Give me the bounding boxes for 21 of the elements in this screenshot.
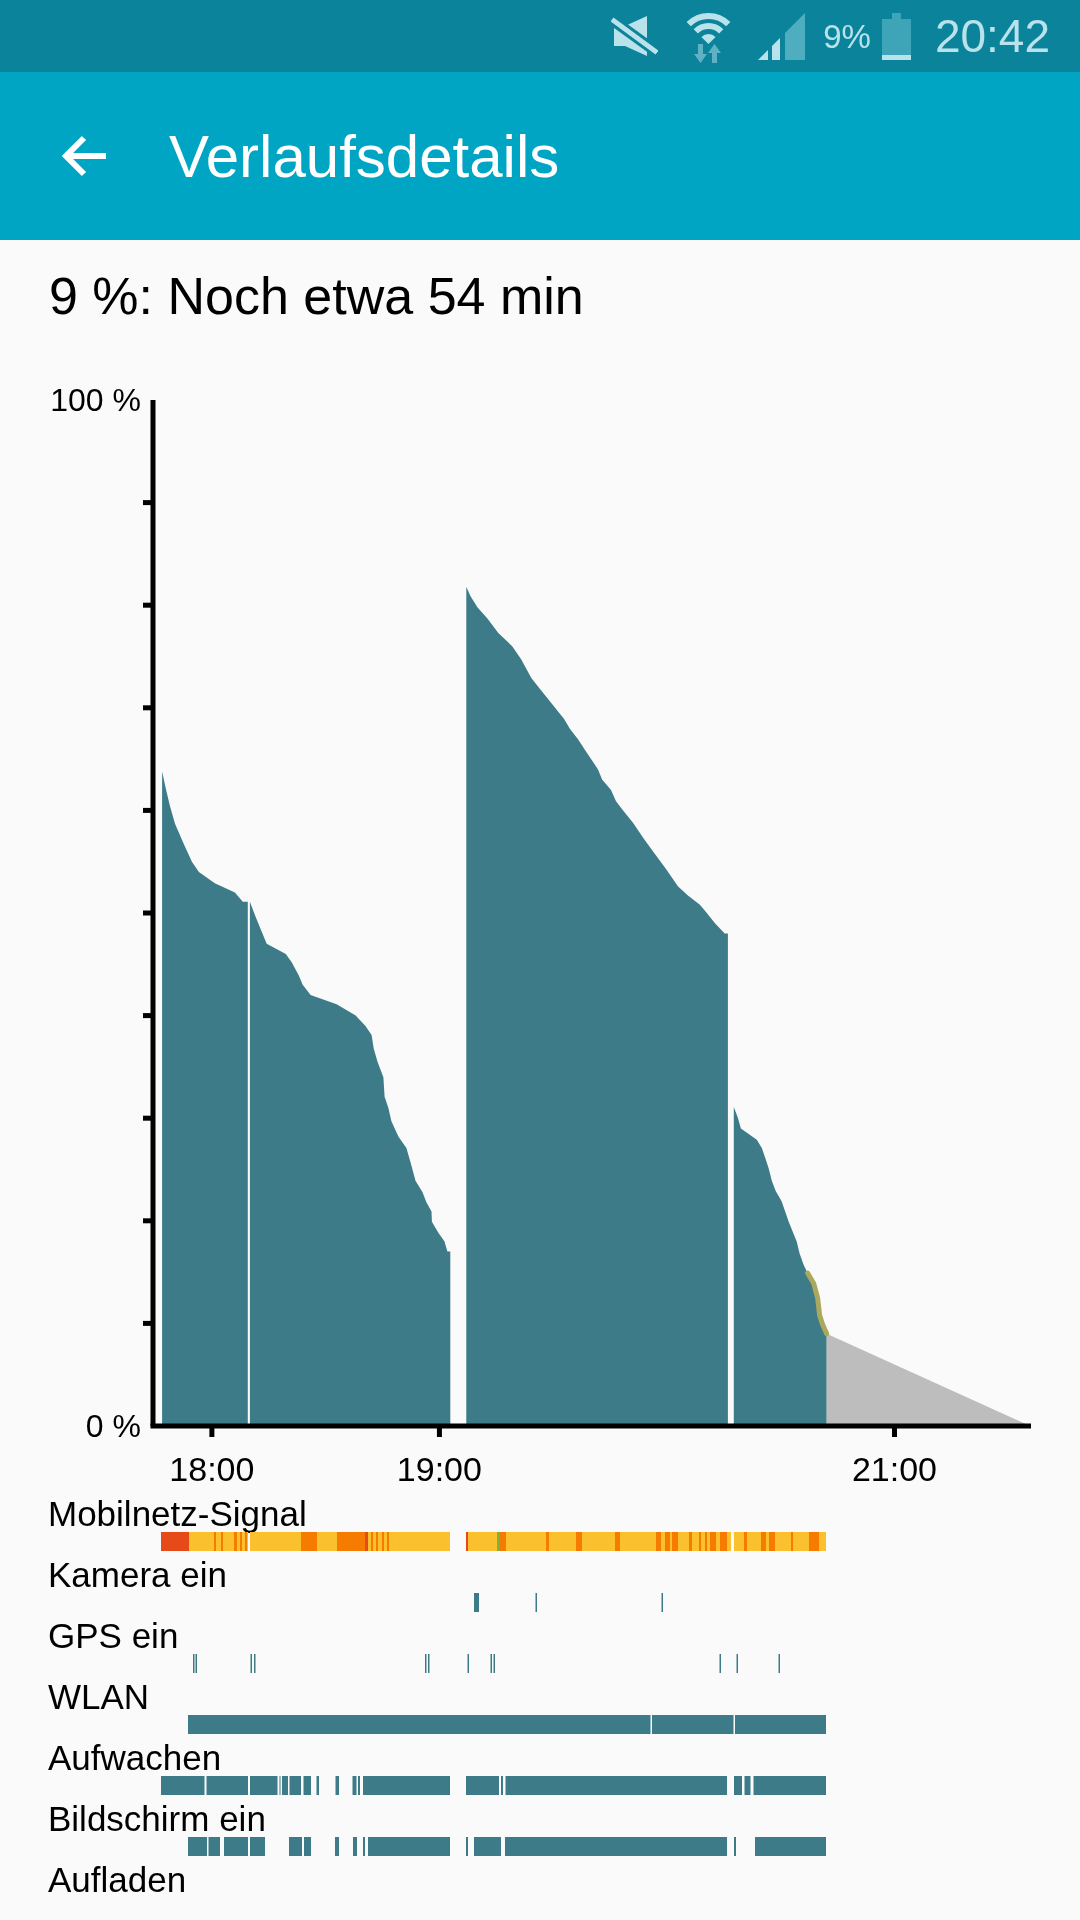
y-axis-label: 100 % [50,382,141,418]
x-axis-label: 21:00 [851,1450,938,1488]
battery-icon [881,12,911,60]
timeline-label: Aufladen [48,1862,187,1898]
x-axis-label: 18:00 [169,1450,255,1488]
timeline-label: GPS ein [48,1618,179,1654]
app-bar-title: Verlaufsdetails [169,121,560,191]
timeline-label: WLAN [48,1679,150,1715]
timeline-label: Aufwachen [48,1740,222,1776]
battery-percent: 9% [823,19,871,53]
trend-highlight-drawing [805,1270,830,1337]
battery-summary: 9 %: Noch etwa 54 min [49,266,584,327]
y-axis-label: 0 % [85,1408,141,1444]
signal-icon [758,12,806,60]
x-axis-label: 19:00 [396,1450,482,1488]
muted-speaker-icon [611,16,659,56]
timeline-label: Kamera ein [48,1557,227,1593]
back-arrow-icon [59,135,107,177]
timeline-label: Bildschirm ein [48,1801,266,1837]
timeline-label: Mobilnetz-Signal [48,1496,307,1532]
clock: 20:42 [934,13,1050,59]
